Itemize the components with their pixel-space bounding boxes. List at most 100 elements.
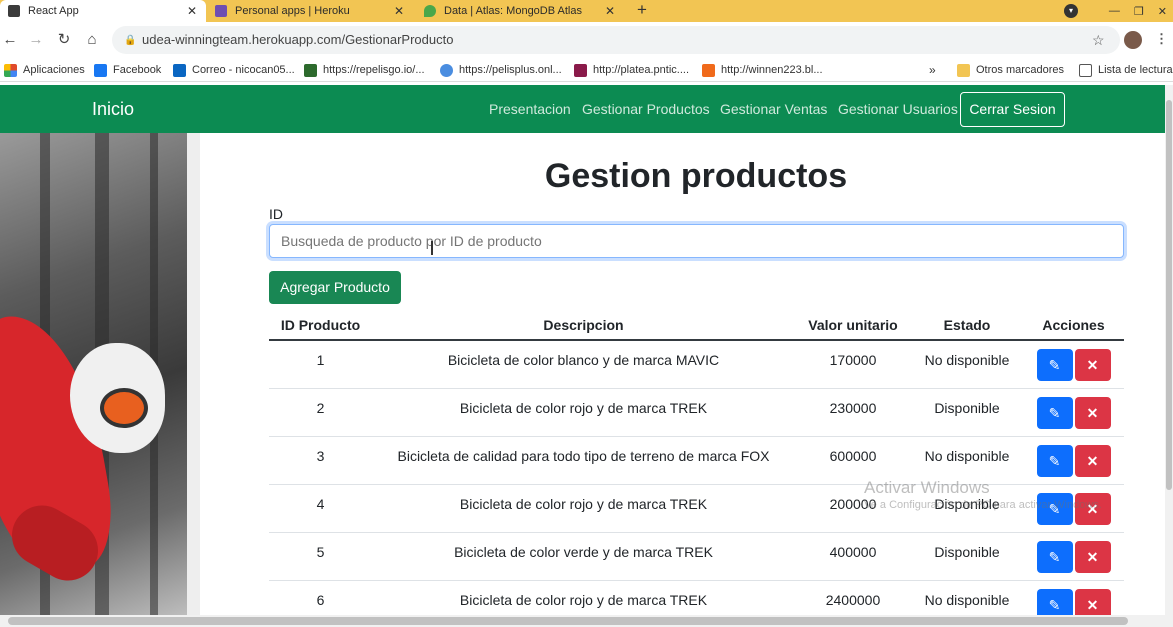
edit-button[interactable]: ✎	[1036, 396, 1073, 429]
tab-search-icon[interactable]: ▾	[1064, 4, 1078, 18]
bookmark-item[interactable]: http://platea.pntic....	[574, 62, 689, 78]
home-icon[interactable]: ⌂	[82, 30, 102, 50]
nav-link-gestionar-productos[interactable]: Gestionar Productos	[582, 101, 710, 117]
product-management-panel: Gestion productos ID Agregar Producto ID…	[200, 133, 1165, 615]
delete-button[interactable]: ✕	[1074, 349, 1111, 381]
delete-button[interactable]: ✕	[1074, 444, 1111, 477]
nav-link-gestionar-ventas[interactable]: Gestionar Ventas	[720, 101, 827, 117]
horizontal-scrollbar-thumb[interactable]	[8, 617, 1128, 625]
cell-status: No disponible	[911, 436, 1023, 485]
nav-link-presentacion[interactable]: Presentacion	[489, 101, 571, 117]
windows-activation-hint: Ve a Configuración de PC para activar Wi…	[864, 499, 1102, 511]
side-divider	[187, 133, 200, 615]
vertical-scrollbar-thumb[interactable]	[1166, 100, 1172, 490]
tab-title: Personal apps | Heroku	[235, 5, 350, 17]
bookmark-label: Correo - nicocan05...	[192, 64, 295, 76]
pencil-icon: ✎	[1048, 404, 1061, 421]
bookmark-item[interactable]: Aplicaciones	[4, 62, 85, 78]
bookmark-star-icon[interactable]: ☆	[1092, 32, 1105, 49]
delete-button[interactable]: ✕	[1074, 396, 1111, 429]
x-icon: ✕	[1086, 404, 1099, 421]
navbar-brand-link[interactable]: Inicio	[92, 99, 134, 120]
forward-arrow-icon[interactable]: →	[26, 30, 46, 50]
edit-button[interactable]: ✎	[1036, 540, 1073, 573]
delete-button[interactable]: ✕	[1074, 588, 1111, 615]
column-header: Acciones	[1023, 311, 1124, 341]
products-table: ID Producto Descripcion Valor unitario E…	[269, 311, 1124, 615]
nav-link-gestionar-usuarios[interactable]: Gestionar Usuarios	[838, 101, 958, 117]
tab-title: React App	[28, 5, 79, 17]
add-product-button[interactable]: Agregar Producto	[269, 271, 401, 304]
x-icon: ✕	[1086, 548, 1099, 565]
more-bookmarks-button[interactable]: »	[929, 62, 936, 78]
blogger-icon	[702, 63, 715, 77]
more-menu-icon[interactable]: ⋮	[1155, 31, 1168, 47]
column-header: Valor unitario	[795, 311, 911, 341]
bookmark-item[interactable]: https://repelisgo.io/...	[304, 62, 425, 78]
lock-icon[interactable]: 🔒	[124, 35, 136, 46]
cell-actions: ✎ ✕	[1023, 580, 1124, 615]
url-field[interactable]: udea-winningteam.herokuapp.com/Gestionar…	[112, 26, 1120, 54]
id-field-label: ID	[269, 206, 283, 222]
cell-id: 4	[269, 484, 372, 533]
product-id-search-input[interactable]	[269, 224, 1124, 258]
new-tab-button[interactable]: +	[633, 0, 651, 22]
pencil-icon: ✎	[1048, 452, 1061, 469]
edit-button[interactable]: ✎	[1036, 444, 1073, 477]
pencil-icon: ✎	[1048, 548, 1061, 565]
cell-actions: ✎ ✕	[1023, 532, 1124, 581]
react-favicon-icon	[8, 5, 20, 17]
cell-id: 2	[269, 388, 372, 437]
back-arrow-icon[interactable]: ←	[0, 30, 20, 50]
tab-mongodb[interactable]: Data | Atlas: MongoDB Atlas ✕	[416, 0, 624, 22]
bookmark-item[interactable]: Correo - nicocan05...	[173, 62, 295, 78]
text-cursor-icon	[431, 241, 433, 255]
top-navbar: Inicio Presentacion Gestionar Productos …	[0, 85, 1165, 133]
reading-list-icon	[1079, 63, 1092, 77]
bookmark-label: Facebook	[113, 64, 162, 76]
cell-description: Bicicleta de color rojo y de marca TREK	[372, 484, 795, 533]
bookmark-label: https://repelisgo.io/...	[323, 64, 425, 76]
column-header: Descripcion	[372, 311, 795, 341]
edit-button[interactable]: ✎	[1036, 349, 1073, 381]
close-tab-icon[interactable]: ✕	[184, 4, 200, 18]
delete-button[interactable]: ✕	[1074, 540, 1111, 573]
cell-status: Disponible	[911, 532, 1023, 581]
cell-description: Bicicleta de calidad para todo tipo de t…	[372, 436, 795, 485]
mountain-biker-photo	[0, 133, 187, 615]
column-header: Estado	[911, 311, 1023, 341]
reading-list-button[interactable]: Lista de lectura	[1079, 62, 1173, 78]
bookmark-item[interactable]: Facebook	[94, 62, 161, 78]
cell-status: No disponible	[911, 340, 1023, 389]
heroku-favicon-icon	[215, 5, 227, 17]
edit-button[interactable]: ✎	[1036, 588, 1073, 615]
other-bookmarks-folder[interactable]: Otros marcadores	[957, 62, 1064, 78]
globe-icon	[440, 63, 453, 77]
cell-actions: ✎ ✕	[1023, 436, 1124, 485]
cell-value: 230000	[795, 388, 911, 437]
bookmark-label: Otros marcadores	[976, 64, 1065, 76]
table-row: 6 Bicicleta de color rojo y de marca TRE…	[269, 580, 1124, 615]
bookmark-item[interactable]: https://pelisplus.onl...	[440, 62, 562, 78]
cell-description: Bicicleta de color blanco y de marca MAV…	[372, 340, 795, 389]
cell-value: 600000	[795, 436, 911, 485]
cell-actions: ✎ ✕	[1023, 340, 1124, 389]
reload-icon[interactable]: ↻	[54, 30, 74, 50]
close-tab-icon[interactable]: ✕	[391, 4, 407, 18]
bookmark-label: http://platea.pntic....	[593, 64, 690, 76]
cell-id: 1	[269, 340, 372, 389]
bookmark-item[interactable]: http://winnen223.bl...	[702, 62, 823, 78]
logout-button[interactable]: Cerrar Sesion	[960, 92, 1065, 127]
tab-react-app[interactable]: React App ✕	[0, 0, 206, 22]
cell-value: 2400000	[795, 580, 911, 615]
table-header-row: ID Producto Descripcion Valor unitario E…	[269, 311, 1124, 341]
maximize-icon[interactable]: ❐	[1134, 5, 1144, 18]
minimize-icon[interactable]: —	[1109, 5, 1120, 17]
x-icon: ✕	[1086, 452, 1099, 469]
profile-avatar[interactable]	[1124, 31, 1142, 49]
tab-heroku[interactable]: Personal apps | Heroku ✕	[207, 0, 413, 22]
close-window-icon[interactable]: ✕	[1158, 5, 1167, 18]
cell-id: 6	[269, 580, 372, 615]
close-tab-icon[interactable]: ✕	[602, 4, 618, 18]
outlook-icon	[173, 63, 186, 77]
